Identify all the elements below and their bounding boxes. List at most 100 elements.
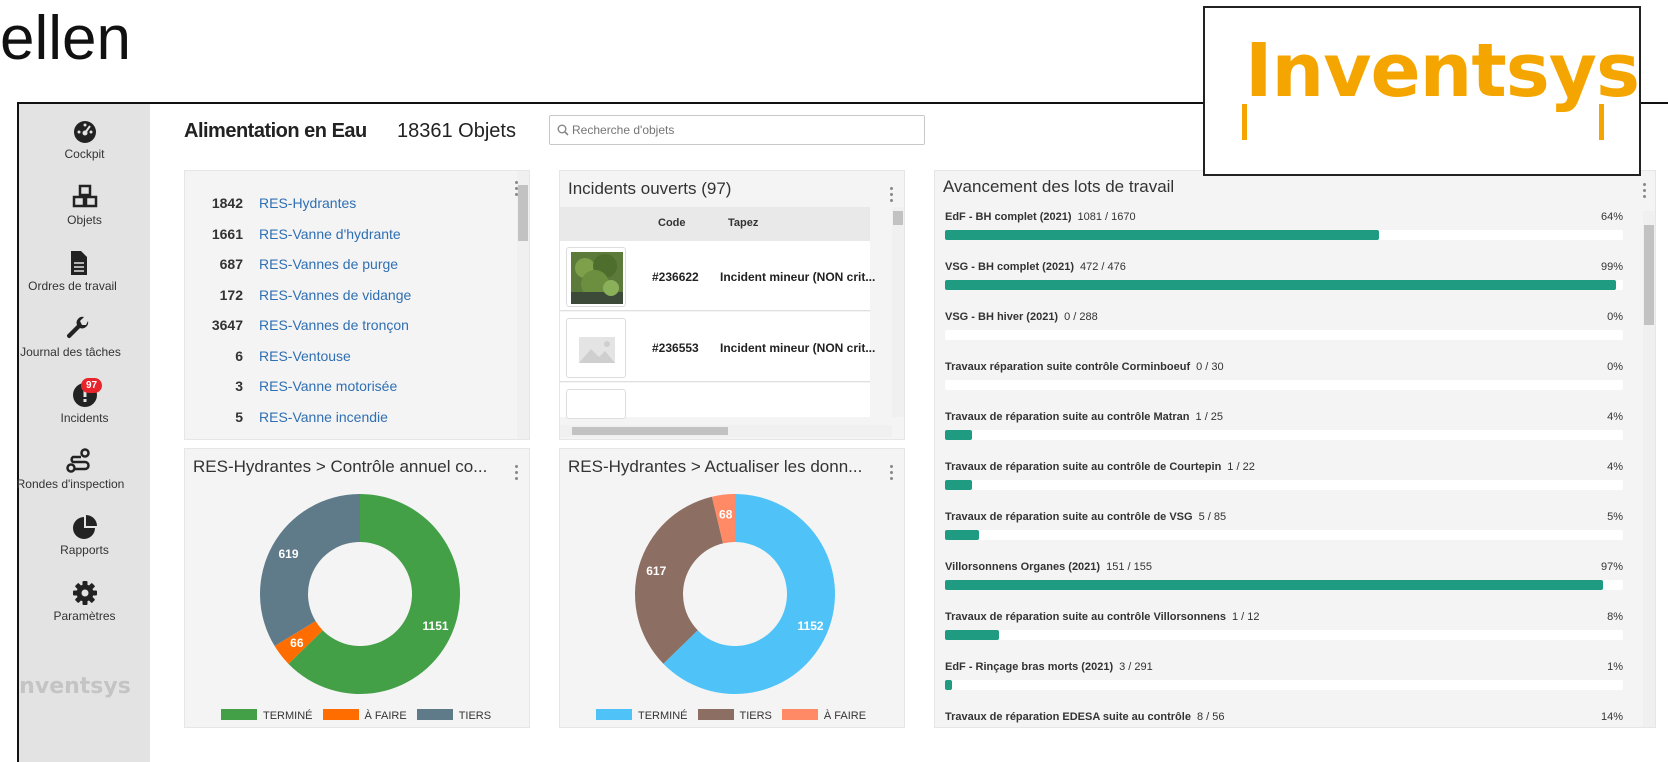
object-count-value: 1661 (211, 225, 243, 242)
search-input[interactable] (572, 120, 912, 140)
slice-value-label: 68 (719, 508, 733, 522)
lot-name: EdF - BH complet (2021) 1081 / 1670 (945, 211, 1136, 223)
image-placeholder-icon (579, 337, 615, 363)
object-row[interactable]: 1661 RES-Vanne d'hydrante (185, 226, 505, 254)
legend-label[interactable]: À FAIRE (365, 710, 407, 722)
object-type-link[interactable]: RES-Vanne incendie (259, 409, 388, 425)
object-type-link[interactable]: RES-Vanne motorisée (259, 378, 397, 394)
legend-label[interactable]: TERMINÉ (263, 710, 313, 722)
object-row[interactable]: 172 RES-Vannes de vidange (185, 287, 505, 315)
work-lot-item[interactable]: Travaux de réparation EDESA suite au con… (945, 711, 1623, 727)
objects-scrollbar[interactable] (517, 171, 529, 439)
object-type-link[interactable]: RES-Hydrantes (259, 195, 356, 211)
slice-value-label: 1152 (798, 619, 824, 633)
lot-name: Travaux de réparation suite au contrôle … (945, 611, 1260, 623)
lot-name: Travaux de réparation suite au contrôle … (945, 511, 1227, 523)
route-icon (66, 448, 90, 473)
scroll-thumb[interactable] (893, 211, 903, 225)
hscroll-thumb[interactable] (572, 427, 728, 435)
work-lots-menu-icon[interactable] (1643, 183, 1647, 199)
sidebar-item-parametres[interactable]: Paramètres (19, 580, 150, 623)
work-lots-title: Avancement des lots de travail (943, 177, 1175, 196)
page-title: Alimentation en Eau (184, 120, 367, 142)
object-type-link[interactable]: RES-Vannes de purge (259, 256, 398, 272)
incidents-title: Incidents ouverts (97) (568, 179, 732, 198)
incidents-hscrollbar[interactable] (560, 425, 892, 437)
legend-swatch (596, 709, 632, 720)
object-row[interactable]: 6 RES-Ventouse (185, 348, 505, 376)
objects-menu-icon[interactable] (515, 181, 519, 197)
object-type-link[interactable]: RES-Vannes de vidange (259, 287, 411, 303)
logo-bar-right (1599, 104, 1604, 140)
lots-scrollbar[interactable] (1643, 211, 1655, 727)
donut-slice[interactable] (635, 496, 724, 664)
lot-percent: 4% (1607, 411, 1623, 423)
lot-name: Travaux réparation suite contrôle Cormin… (945, 361, 1224, 373)
lot-progress-fill (945, 280, 1617, 290)
work-lot-item[interactable]: Travaux de réparation suite au contrôle … (945, 511, 1623, 559)
lot-progress-track (945, 580, 1623, 590)
lot-percent: 5% (1607, 511, 1623, 523)
lot-progress: 8 / 56 (1196, 711, 1225, 723)
donut-slice[interactable] (260, 494, 360, 647)
legend-label[interactable]: TERMINÉ (638, 710, 688, 722)
sidebar-item-objets[interactable]: Objets (19, 184, 150, 227)
lot-progress-fill (945, 480, 973, 490)
sidebar-item-rapports[interactable]: Rapports (19, 514, 150, 557)
lot-percent: 0% (1607, 361, 1623, 373)
object-row[interactable]: 1842 RES-Hydrantes (185, 195, 505, 223)
lot-progress-track (945, 630, 1623, 640)
work-lot-item[interactable]: EdF - Rinçage bras morts (2021) 3 / 291 1% (945, 661, 1623, 709)
incident-row[interactable]: #236553 Incident mineur (NON crit... (560, 312, 875, 382)
object-row[interactable]: 687 RES-Vannes de purge (185, 256, 505, 284)
work-lots-panel: Avancement des lots de travail EdF - BH … (934, 170, 1656, 728)
search-box[interactable] (549, 115, 925, 145)
legend-label[interactable]: À FAIRE (824, 710, 866, 722)
lot-name: Villorsonnens Organes (2021) 151 / 155 (945, 561, 1152, 573)
chart-menu-icon[interactable] (890, 465, 894, 481)
incident-row[interactable] (560, 383, 870, 419)
work-lot-item[interactable]: Travaux de réparation suite au contrôle … (945, 461, 1623, 509)
lot-percent: 4% (1607, 461, 1623, 473)
object-row[interactable]: 3 RES-Vanne motorisée (185, 378, 505, 406)
sidebar-item-rondes[interactable]: Rondes d'inspection (5, 448, 136, 491)
work-lot-item[interactable]: VSG - BH hiver (2021) 0 / 288 0% (945, 311, 1623, 359)
object-count-value: 1842 (211, 195, 243, 211)
sidebar-item-label: Paramètres (53, 609, 116, 623)
chart-title: RES-Hydrantes > Actualiser les donn... (568, 457, 863, 476)
sidebar-item-incidents[interactable]: 97 Incidents (19, 378, 150, 425)
work-lot-item[interactable]: Travaux de réparation suite au contrôle … (945, 411, 1623, 459)
work-lot-item[interactable]: Villorsonnens Organes (2021) 151 / 155 97% (945, 561, 1623, 609)
sidebar-item-journal[interactable]: Journal des tâches (5, 316, 136, 359)
lot-percent: 0% (1607, 311, 1623, 323)
sidebar-item-ordres[interactable]: Ordres de travail (7, 250, 138, 293)
incidents-menu-icon[interactable] (890, 187, 894, 203)
object-count: 18361 Objets (397, 120, 516, 142)
incident-row[interactable]: #236622 Incident mineur (NON crit... (560, 241, 875, 311)
incidents-vscrollbar[interactable] (892, 207, 904, 417)
legend-swatch (781, 709, 818, 720)
chart-title: RES-Hydrantes > Contrôle annuel co... (193, 457, 488, 476)
chart-menu-icon[interactable] (515, 465, 519, 481)
work-lot-item[interactable]: Travaux de réparation suite au contrôle … (945, 611, 1623, 659)
sidebar-item-cockpit[interactable]: Cockpit (19, 118, 150, 161)
donut-chart: 1151 66 619 (260, 494, 460, 694)
logo-text: Inventsys (1245, 28, 1640, 114)
lot-progress-track (945, 280, 1623, 290)
scroll-thumb[interactable] (1644, 225, 1654, 325)
object-type-link[interactable]: RES-Vanne d'hydrante (259, 226, 401, 242)
lot-name: Travaux de réparation suite au contrôle … (945, 411, 1224, 423)
slice-value-label: 619 (278, 547, 298, 561)
object-type-link[interactable]: RES-Ventouse (259, 348, 351, 364)
legend-label[interactable]: TIERS (459, 710, 491, 722)
work-lot-item[interactable]: EdF - BH complet (2021) 1081 / 1670 64% (945, 211, 1623, 259)
scroll-thumb[interactable] (518, 185, 528, 241)
object-row[interactable]: 5 RES-Vanne incendie (185, 409, 505, 437)
object-type-link[interactable]: RES-Vannes de tronçon (259, 317, 409, 333)
legend-label[interactable]: TIERS (740, 710, 772, 722)
work-lot-item[interactable]: Travaux réparation suite contrôle Cormin… (945, 361, 1623, 409)
work-lot-item[interactable]: VSG - BH complet (2021) 472 / 476 99% (945, 261, 1623, 309)
lot-name: Travaux de réparation suite au contrôle … (945, 461, 1255, 473)
object-row[interactable]: 3647 RES-Vannes de tronçon (185, 317, 505, 345)
lot-percent: 99% (1600, 261, 1623, 273)
